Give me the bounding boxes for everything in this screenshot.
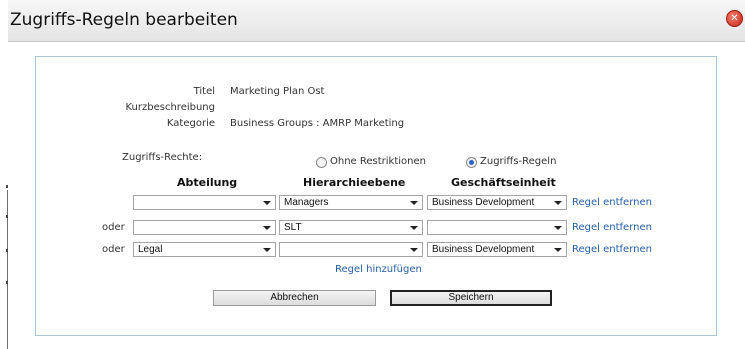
- window-left-edge: [0, 0, 8, 349]
- remove-rule-link[interactable]: Regel entfernen: [572, 197, 652, 208]
- select-value: SLT: [284, 222, 302, 233]
- titel-value: Marketing Plan Ost: [230, 86, 325, 97]
- select-abteilung[interactable]: [133, 195, 276, 210]
- radio-ohne-restriktionen[interactable]: [316, 157, 327, 168]
- select-geschaeftseinheit[interactable]: [427, 220, 567, 235]
- remove-rule-link[interactable]: Regel entfernen: [572, 244, 652, 255]
- chevron-down-icon: [410, 248, 418, 252]
- kategorie-label: Kategorie: [166, 118, 215, 129]
- chevron-down-icon: [554, 226, 562, 230]
- rules-panel: Titel Marketing Plan Ost Kurzbeschreibun…: [35, 56, 717, 336]
- row-prefix-oder: oder: [102, 222, 125, 233]
- select-abteilung[interactable]: [133, 220, 276, 235]
- select-value: Business Development: [432, 244, 535, 255]
- column-header-hierarchieebene: Hierarchieebene: [303, 176, 406, 189]
- select-value: Managers: [284, 197, 329, 208]
- chevron-down-icon: [410, 226, 418, 230]
- kategorie-value: Business Groups : AMRP Marketing: [230, 118, 405, 129]
- chevron-down-icon: [410, 201, 418, 205]
- add-rule-link[interactable]: Regel hinzufügen: [335, 264, 422, 275]
- select-value: Legal: [138, 244, 163, 255]
- chevron-down-icon: [263, 201, 271, 205]
- select-hierarchieebene[interactable]: SLT: [279, 220, 423, 235]
- select-geschaeftseinheit[interactable]: Business Development: [427, 242, 567, 257]
- radio-zugriffs-regeln-label: Zugriffs-Regeln: [480, 156, 557, 167]
- save-button[interactable]: Speichern: [390, 290, 552, 306]
- select-abteilung[interactable]: Legal: [133, 242, 276, 257]
- dialog-titlebar: Zugriffs-Regeln bearbeiten ✕: [8, 0, 745, 42]
- radio-zugriffs-regeln[interactable]: [466, 157, 477, 168]
- chevron-down-icon: [263, 226, 271, 230]
- radio-ohne-restriktionen-label: Ohne Restriktionen: [330, 156, 426, 167]
- cancel-button[interactable]: Abbrechen: [213, 290, 376, 306]
- edit-access-rules-dialog: Zugriffs-Regeln bearbeiten ✕ Titel Marke…: [8, 0, 745, 349]
- close-icon[interactable]: ✕: [726, 10, 743, 27]
- chevron-down-icon: [554, 248, 562, 252]
- select-hierarchieebene[interactable]: [279, 242, 423, 257]
- row-prefix-oder: oder: [102, 244, 125, 255]
- select-hierarchieebene[interactable]: Managers: [279, 195, 423, 210]
- select-geschaeftseinheit[interactable]: Business Development: [427, 195, 567, 210]
- kurzbeschreibung-label: Kurzbeschreibung: [125, 102, 216, 113]
- dialog-title: Zugriffs-Regeln bearbeiten: [10, 10, 238, 30]
- zugriffs-rechte-label: Zugriffs-Rechte:: [122, 152, 203, 163]
- select-value: Business Development: [432, 197, 535, 208]
- chevron-down-icon: [554, 201, 562, 205]
- column-header-geschaeftseinheit: Geschäftseinheit: [451, 176, 556, 189]
- remove-rule-link[interactable]: Regel entfernen: [572, 222, 652, 233]
- chevron-down-icon: [263, 248, 271, 252]
- titel-label: Titel: [193, 86, 215, 97]
- column-header-abteilung: Abteilung: [177, 176, 238, 189]
